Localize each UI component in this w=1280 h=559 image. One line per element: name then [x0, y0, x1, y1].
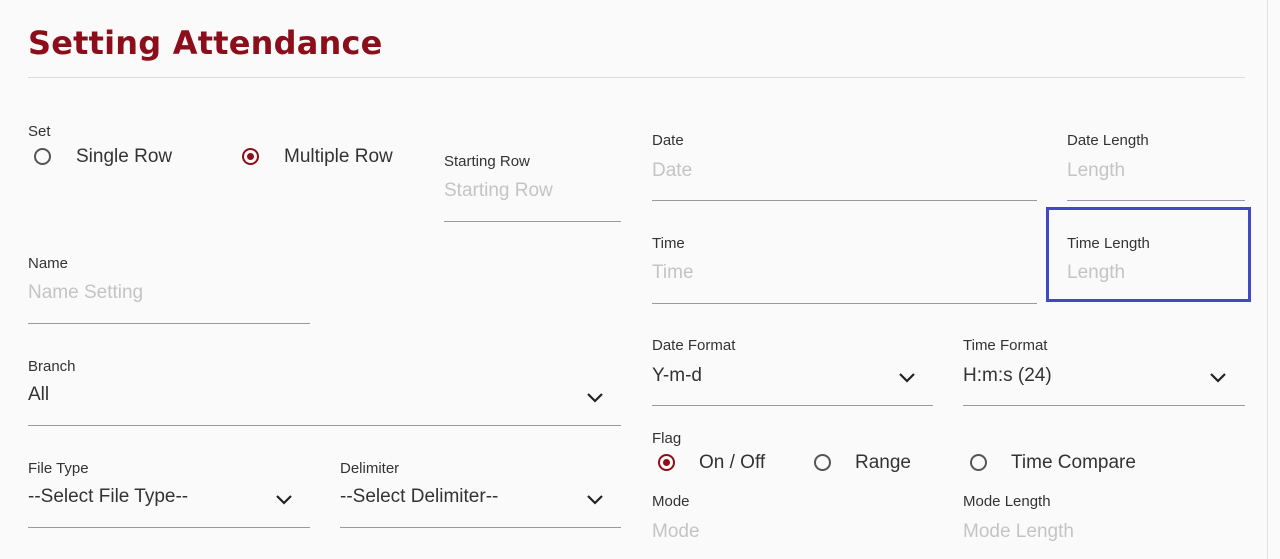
branch-underline — [28, 425, 621, 426]
flag-option-range[interactable]: Range — [814, 451, 924, 477]
date-format-select[interactable]: Y-m-d — [652, 365, 702, 387]
on-off-label: On / Off — [699, 452, 766, 473]
date-length-input[interactable]: Length — [1067, 160, 1125, 182]
chevron-down-icon[interactable] — [586, 494, 604, 506]
mode-label: Mode — [652, 493, 690, 510]
starting-row-underline — [444, 221, 621, 222]
vertical-scrollbar[interactable] — [1267, 0, 1280, 559]
mode-length-input[interactable]: Mode Length — [963, 521, 1074, 543]
time-format-label: Time Format — [963, 337, 1048, 354]
file-type-label: File Type — [28, 460, 89, 477]
date-label: Date — [652, 132, 684, 149]
set-option-single-row[interactable]: Single Row — [34, 145, 184, 171]
time-label: Time — [652, 235, 685, 252]
set-option-multiple-row[interactable]: Multiple Row — [242, 145, 412, 171]
starting-row-input[interactable]: Starting Row — [444, 180, 553, 202]
radio-on-off[interactable] — [658, 454, 675, 471]
date-input[interactable]: Date — [652, 160, 692, 182]
time-length-focus-outline — [1046, 207, 1251, 302]
time-input[interactable]: Time — [652, 262, 694, 284]
mode-length-label: Mode Length — [963, 493, 1051, 510]
branch-select[interactable]: All — [28, 384, 49, 406]
date-length-underline — [1067, 200, 1245, 201]
flag-option-time-compare[interactable]: Time Compare — [970, 451, 1160, 477]
date-format-underline — [652, 405, 933, 406]
name-underline — [28, 323, 310, 324]
radio-range[interactable] — [814, 454, 831, 471]
chevron-down-icon[interactable] — [275, 494, 293, 506]
time-underline — [652, 303, 1037, 304]
flag-option-on-off[interactable]: On / Off — [658, 451, 788, 477]
chevron-down-icon[interactable] — [586, 392, 604, 404]
time-format-select[interactable]: H:m:s (24) — [963, 365, 1052, 387]
single-row-label: Single Row — [76, 146, 173, 167]
name-input[interactable]: Name Setting — [28, 282, 143, 304]
radio-single-row[interactable] — [34, 148, 51, 165]
time-format-underline — [963, 405, 1245, 406]
radio-time-compare[interactable] — [970, 454, 987, 471]
page-title: Setting Attendance — [28, 24, 383, 62]
set-label: Set — [28, 123, 51, 140]
starting-row-label: Starting Row — [444, 153, 530, 170]
file-type-select[interactable]: --Select File Type-- — [28, 486, 188, 508]
date-length-label: Date Length — [1067, 132, 1149, 149]
delimiter-underline — [340, 527, 621, 528]
radio-multiple-row[interactable] — [242, 148, 259, 165]
title-divider — [28, 77, 1245, 78]
mode-input[interactable]: Mode — [652, 521, 700, 543]
chevron-down-icon[interactable] — [1209, 372, 1227, 384]
range-label: Range — [855, 452, 911, 473]
flag-label: Flag — [652, 430, 682, 447]
multiple-row-label: Multiple Row — [284, 146, 393, 167]
delimiter-select[interactable]: --Select Delimiter-- — [340, 486, 498, 508]
delimiter-label: Delimiter — [340, 460, 400, 477]
file-type-underline — [28, 527, 310, 528]
time-compare-label: Time Compare — [1011, 452, 1136, 473]
branch-label: Branch — [28, 358, 76, 375]
date-underline — [652, 200, 1037, 201]
chevron-down-icon[interactable] — [898, 372, 916, 384]
date-format-label: Date Format — [652, 337, 736, 354]
name-label: Name — [28, 255, 69, 272]
